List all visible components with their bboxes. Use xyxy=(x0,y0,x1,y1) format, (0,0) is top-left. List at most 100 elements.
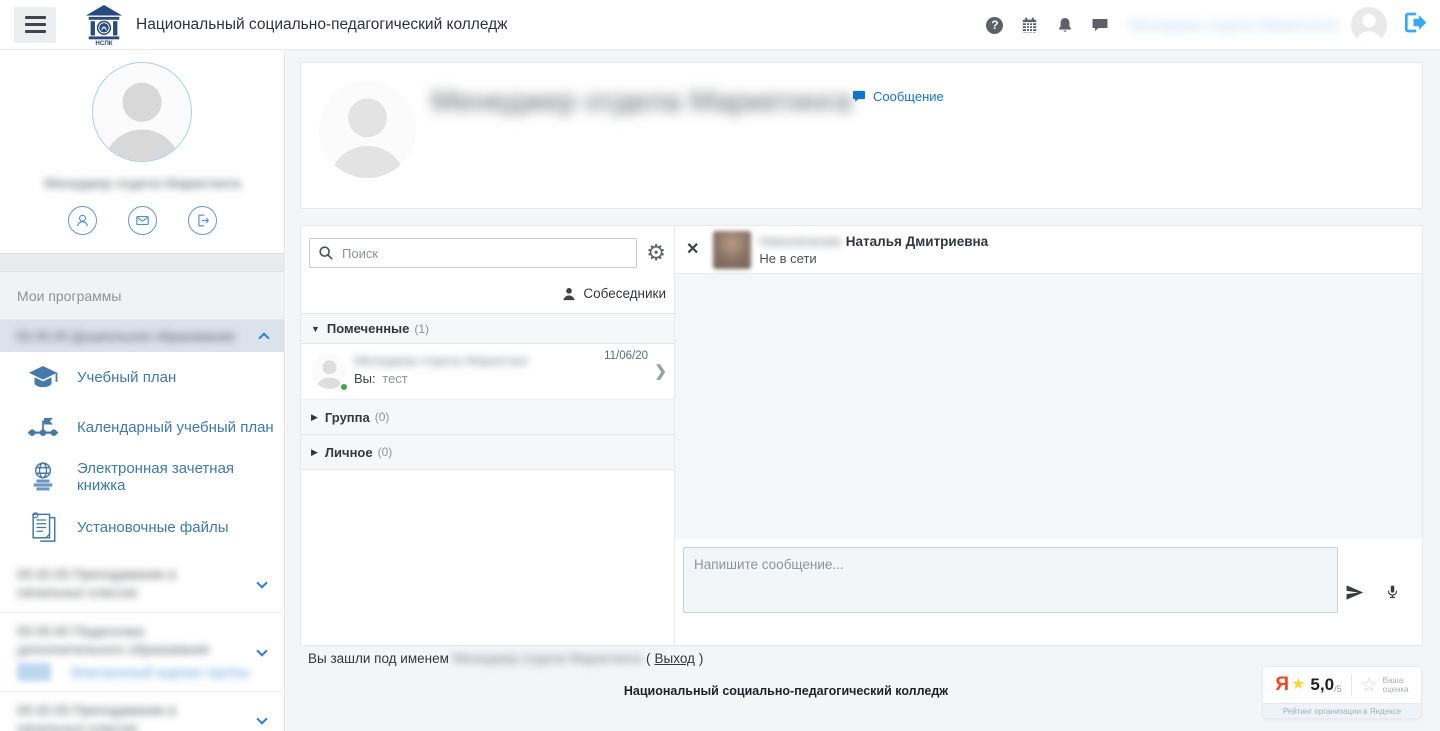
college-logo[interactable]: НСПК xyxy=(84,4,124,46)
your-rating-label: Ваша оценка xyxy=(1383,676,1409,694)
section-count: (0) xyxy=(375,410,390,424)
triangle-right-icon: ▶ xyxy=(311,447,318,458)
message-input[interactable] xyxy=(683,547,1338,613)
sidebar-item-curriculum[interactable]: Учебный план xyxy=(0,352,284,402)
calendar-icon[interactable] xyxy=(1019,14,1041,36)
triangle-down-icon: ▼ xyxy=(311,324,320,334)
sidebar: Менеджер отдела Маркетинга Мои программы… xyxy=(0,50,285,731)
search-icon xyxy=(318,245,334,266)
sidebar-item-setup-files[interactable]: Установочные файлы xyxy=(0,502,284,552)
main-content: Менеджер отдела Маркетинга Сообщение ⚙ xyxy=(286,50,1440,731)
timeline-flag-icon xyxy=(26,410,60,444)
chat-input-zone xyxy=(675,539,1422,645)
section-count: (0) xyxy=(378,445,393,459)
program-title: 00.00.00 Педагогика дополнительного обра… xyxy=(17,623,242,659)
navbar-user-name[interactable]: Менеджер отдела Маркетинга xyxy=(1129,17,1339,34)
sidebar-item-label: Электронная зачетная книжка xyxy=(77,460,284,494)
badge-caption: Рейтинг организации в Яндексе xyxy=(1263,703,1421,718)
section-label: Помеченные xyxy=(327,321,409,336)
yandex-logo-letter: Я xyxy=(1275,674,1289,696)
sidebar-item-label: Учебный план xyxy=(77,369,176,386)
help-icon[interactable]: ? xyxy=(984,14,1006,36)
sidebar-item-calendar-plan[interactable]: Календарный учебный план xyxy=(0,402,284,452)
online-status-dot xyxy=(339,382,349,392)
profile-action-buttons xyxy=(0,206,285,235)
message-link-label: Сообщение xyxy=(873,89,944,104)
program-title: 00.00.00 Преподавание в начальных класса… xyxy=(17,566,242,602)
conversation-row[interactable]: Менеджер отдела Маркетинга Вы: тест 11/0… xyxy=(301,344,674,400)
triangle-right-icon: ▶ xyxy=(311,412,318,423)
top-navbar: НСПК Национальный социально-педагогическ… xyxy=(0,0,1440,50)
chevron-down-icon xyxy=(256,713,267,724)
last-message-prefix: Вы: xyxy=(354,371,376,386)
program-title: 00.00.00 Преподавание в начальных класса… xyxy=(17,702,242,731)
sidebar-divider xyxy=(0,253,284,272)
collapsed-program-header[interactable]: 00.00.00 Педагогика дополнительного обра… xyxy=(0,612,284,691)
sidebar-profile-name: Менеджер отдела Маркетинга xyxy=(0,175,285,191)
microphone-icon[interactable] xyxy=(1385,581,1400,608)
active-program-header[interactable]: 00.00.00 Дошкольное образование xyxy=(0,320,284,352)
search-input[interactable] xyxy=(309,238,637,268)
badge-divider xyxy=(1351,674,1352,696)
section-count: (1) xyxy=(414,322,429,336)
section-label: Личное xyxy=(325,445,373,460)
section-starred[interactable]: ▼ Помеченные (1) xyxy=(301,313,674,344)
logout-link[interactable]: Выход xyxy=(655,651,695,666)
sidebar-item-label: Установочные файлы xyxy=(77,519,229,536)
paren-open: ( xyxy=(646,651,651,666)
send-icon[interactable] xyxy=(1345,583,1364,607)
contact-surname: Никоненкова xyxy=(759,234,840,249)
program-sublink[interactable]: Электронный журнал группы xyxy=(17,663,244,681)
chat-column: ✕ Никоненкова Наталья Дмитриевна Не в се… xyxy=(675,226,1422,645)
profile-header-card: Менеджер отдела Маркетинга Сообщение xyxy=(300,62,1423,209)
my-programs-label: Мои программы xyxy=(0,272,284,320)
logged-in-name: Менеджер отдела Маркетинга xyxy=(453,651,642,666)
documents-icon xyxy=(26,510,60,544)
profile-icon[interactable] xyxy=(68,206,97,235)
chat-header: ✕ Никоненкова Наталья Дмитриевна Не в се… xyxy=(675,226,1422,274)
footer-college-name: Национальный социально-педагогический ко… xyxy=(286,684,1286,698)
college-name-title: Национальный социально-педагогический ко… xyxy=(136,16,508,34)
logout-icon[interactable] xyxy=(1401,10,1428,40)
send-message-link[interactable]: Сообщение xyxy=(851,89,944,104)
contact-name: Наталья Дмитриевна xyxy=(846,234,988,249)
sublink-label: Электронный журнал группы xyxy=(69,665,250,680)
active-program-title: 00.00.00 Дошкольное образование xyxy=(16,329,260,344)
section-private[interactable]: ▶ Личное (0) xyxy=(301,435,674,470)
svg-text:НСПК: НСПК xyxy=(95,40,112,46)
paren-close: ) xyxy=(699,651,704,666)
collapsed-programs: 00.00.00 Преподавание в начальных класса… xyxy=(0,556,284,731)
last-message-text: тест xyxy=(382,371,408,386)
collapsed-program-header[interactable]: 00.00.00 Преподавание в начальных класса… xyxy=(0,691,284,731)
conversation-name: Менеджер отдела Маркетинга xyxy=(354,353,529,368)
contacts-label: Собеседники xyxy=(583,286,666,301)
contact-status: Не в сети xyxy=(759,251,988,266)
mail-icon[interactable] xyxy=(128,206,157,235)
program-nav: Учебный план Календарный учебный план xyxy=(0,352,284,552)
person-icon xyxy=(562,287,576,301)
graduation-cap-icon xyxy=(26,360,60,394)
globe-books-icon xyxy=(26,460,60,494)
outline-star-icon[interactable]: ☆ xyxy=(1361,674,1378,697)
yandex-rating-badge[interactable]: Я ★ 5,0 /5 ☆ Ваша оценка Рейтинг организ… xyxy=(1262,666,1422,719)
messaging-panel: ⚙ Собеседники ▼ Помеченные (1) Менеджер … xyxy=(300,225,1423,646)
sidebar-profile-avatar[interactable] xyxy=(92,62,192,162)
close-icon[interactable]: ✕ xyxy=(686,242,699,258)
navbar-user-avatar[interactable] xyxy=(1351,7,1387,43)
profile-page-avatar xyxy=(319,81,416,178)
conversations-column: ⚙ Собеседники ▼ Помеченные (1) Менеджер … xyxy=(301,226,675,645)
section-label: Группа xyxy=(325,410,370,425)
contacts-link[interactable]: Собеседники xyxy=(301,268,674,313)
hamburger-menu-icon[interactable] xyxy=(14,7,56,43)
collapsed-program-header[interactable]: 00.00.00 Преподавание в начальных класса… xyxy=(0,556,284,612)
notifications-bell-icon[interactable] xyxy=(1054,14,1076,36)
section-group[interactable]: ▶ Группа (0) xyxy=(301,400,674,435)
chat-messages-area xyxy=(675,274,1422,539)
profile-page-name: Менеджер отдела Маркетинга xyxy=(431,85,851,119)
chevron-right-icon: ❯ xyxy=(654,362,667,380)
messages-bubble-icon[interactable] xyxy=(1089,14,1111,36)
sidebar-item-gradebook[interactable]: Электронная зачетная книжка xyxy=(0,452,284,502)
exit-icon[interactable] xyxy=(188,206,217,235)
gear-icon[interactable]: ⚙ xyxy=(646,242,666,264)
rating-max: /5 xyxy=(1334,684,1342,694)
